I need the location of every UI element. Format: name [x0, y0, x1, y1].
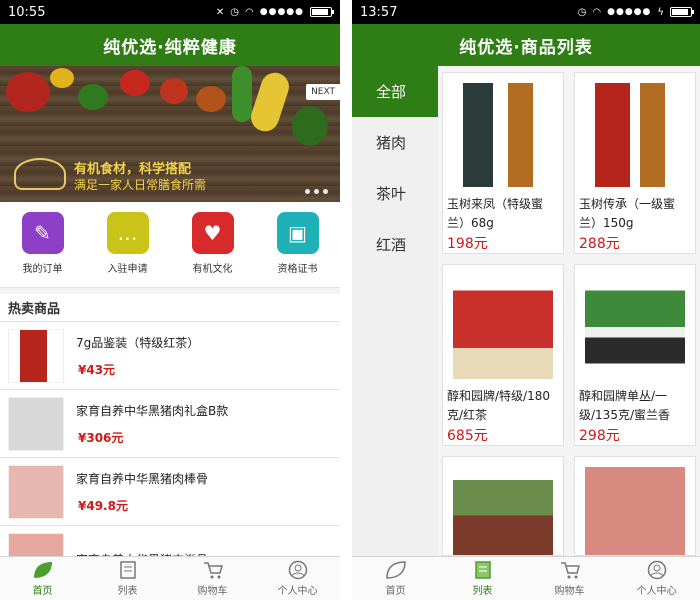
banner-subline: 满足一家人日常膳食所需: [74, 178, 207, 192]
tab-list[interactable]: 列表: [439, 557, 526, 600]
list-item[interactable]: 家育自养中华黑猪肉棒骨 ¥49.8元: [0, 458, 340, 526]
wifi-icon: ◠: [592, 6, 602, 18]
product-image: [585, 467, 685, 555]
product-card[interactable]: 醇和园牌单丛/一级/135克/蜜兰香 298元: [574, 264, 696, 446]
alarm-icon: ◷: [577, 6, 587, 18]
product-price: ¥49.8元: [78, 498, 128, 513]
product-image: [453, 467, 553, 555]
status-bar: 13:57 ◷ ◠ ●●●●● ϟ: [352, 0, 700, 24]
product-price: ¥43元: [78, 362, 116, 377]
quick-menu: ✎ 我的订单 … 入驻申请 ♥ 有机文化 ▣ 资格证书: [0, 202, 340, 288]
quick-my-orders[interactable]: ✎ 我的订单: [0, 212, 85, 287]
list-item[interactable]: 家育自养中华黑猪肉礼盒B款 ¥306元: [0, 390, 340, 458]
tab-cart[interactable]: 购物车: [526, 557, 613, 600]
product-list-screen: 13:57 ◷ ◠ ●●●●● ϟ 纯优选·商品列表 全部 猪肉 茶叶 红酒 玉…: [352, 0, 700, 600]
product-name: 家育自养中华黑猪肉棒骨: [76, 471, 209, 486]
id-card-icon: ▣: [276, 212, 319, 254]
list-item[interactable]: 7g品鉴装（特级红茶） ¥43元: [0, 322, 340, 390]
product-name: 玉树来凤（特级蜜兰）68g: [447, 197, 544, 230]
wifi-icon: ◠: [245, 6, 254, 18]
cart-icon: [560, 562, 580, 579]
brand-logo: [14, 158, 66, 190]
status-bar: 10:55 ✕ ◷ ◠ ●●●●●: [0, 0, 340, 24]
product-price: 198元: [447, 236, 488, 252]
leaf-icon: [33, 562, 52, 578]
product-name: 7g品鉴装（特级红茶）: [76, 335, 200, 350]
product-card[interactable]: 醇和园牌/特级/180克/红茶 685元: [442, 264, 564, 446]
product-image: [8, 328, 64, 383]
product-card[interactable]: 玉树传承（一级蜜兰）150g 288元: [574, 72, 696, 254]
battery-icon: [670, 7, 694, 17]
tab-profile[interactable]: 个人中心: [255, 557, 340, 600]
product-name: 家育自养中华黑猪肉礼盒B款: [76, 403, 229, 418]
product-grid: 玉树来凤（特级蜜兰）68g 198元 玉树传承（一级蜜兰）150g 288元 醇…: [438, 66, 700, 556]
category-red-wine[interactable]: 红酒: [352, 219, 438, 270]
mute-icon: ✕: [215, 6, 225, 18]
page-title: 纯优选·商品列表: [352, 24, 700, 66]
category-tea[interactable]: 茶叶: [352, 168, 438, 219]
status-time: 13:57: [360, 4, 398, 20]
hot-products-title: 热卖商品: [0, 294, 340, 322]
product-card[interactable]: [574, 456, 696, 556]
alarm-icon: ◷: [230, 6, 239, 18]
status-time: 10:55: [8, 4, 46, 20]
list-icon: [119, 561, 136, 579]
list-icon: [474, 561, 491, 579]
product-name: 玉树传承（一级蜜兰）150g: [579, 197, 676, 230]
home-screen: 10:55 ✕ ◷ ◠ ●●●●● 纯优选·纯粹健康 NEXT 有机食材，科学搭…: [0, 0, 340, 600]
quick-organic-culture[interactable]: ♥ 有机文化: [170, 212, 255, 287]
tab-profile[interactable]: 个人中心: [613, 557, 700, 600]
pencil-icon: ✎: [21, 212, 64, 254]
chat-icon: …: [106, 212, 149, 254]
category-pork[interactable]: 猪肉: [352, 117, 438, 168]
page-title: 纯优选·纯粹健康: [0, 24, 340, 66]
product-image: [8, 396, 64, 451]
product-price: 685元: [447, 428, 488, 444]
charging-icon: ϟ: [657, 6, 664, 18]
tab-cart[interactable]: 购物车: [170, 557, 255, 600]
category-sidebar: 全部 猪肉 茶叶 红酒: [352, 66, 438, 556]
product-price: 288元: [579, 236, 620, 252]
quick-join-application[interactable]: … 入驻申请: [85, 212, 170, 287]
product-card[interactable]: [442, 456, 564, 556]
heart-icon: ♥: [191, 212, 234, 254]
quick-certificates[interactable]: ▣ 资格证书: [255, 212, 340, 287]
signal-icon: ●●●●●: [259, 7, 304, 17]
tab-home[interactable]: 首页: [0, 557, 85, 600]
banner-next-button[interactable]: NEXT: [306, 84, 340, 100]
product-image: [585, 275, 685, 379]
hot-products-list: 7g品鉴装（特级红茶） ¥43元 家育自养中华黑猪肉礼盒B款 ¥306元 家育自…: [0, 322, 340, 594]
category-all[interactable]: 全部: [352, 66, 438, 117]
user-icon: [288, 560, 307, 580]
product-price: 298元: [579, 428, 620, 444]
bottom-tab-bar: 首页 列表 购物车 个人中心: [352, 556, 700, 600]
promo-banner[interactable]: NEXT 有机食材，科学搭配 满足一家人日常膳食所需: [0, 66, 340, 202]
tab-home[interactable]: 首页: [352, 557, 439, 600]
signal-icon: ●●●●●: [607, 7, 652, 17]
battery-icon: [310, 7, 334, 17]
tab-list[interactable]: 列表: [85, 557, 170, 600]
banner-headline: 有机食材，科学搭配: [74, 162, 192, 177]
user-icon: [647, 560, 666, 580]
product-card[interactable]: 玉树来凤（特级蜜兰）68g 198元: [442, 72, 564, 254]
product-image: [453, 275, 553, 379]
bottom-tab-bar: 首页 列表 购物车 个人中心: [0, 556, 340, 600]
banner-indicators: [305, 189, 328, 194]
cart-icon: [203, 562, 223, 579]
product-name: 醇和园牌/特级/180克/红茶: [447, 389, 550, 422]
product-image: [8, 464, 64, 519]
product-name: 醇和园牌单丛/一级/135克/蜜兰香: [579, 389, 670, 422]
product-image: [585, 83, 685, 187]
product-image: [453, 83, 553, 187]
leaf-icon: [385, 561, 406, 579]
category-body: 全部 猪肉 茶叶 红酒 玉树来凤（特级蜜兰）68g 198元 玉树传承（一级蜜兰…: [352, 66, 700, 556]
product-price: ¥306元: [78, 430, 124, 445]
